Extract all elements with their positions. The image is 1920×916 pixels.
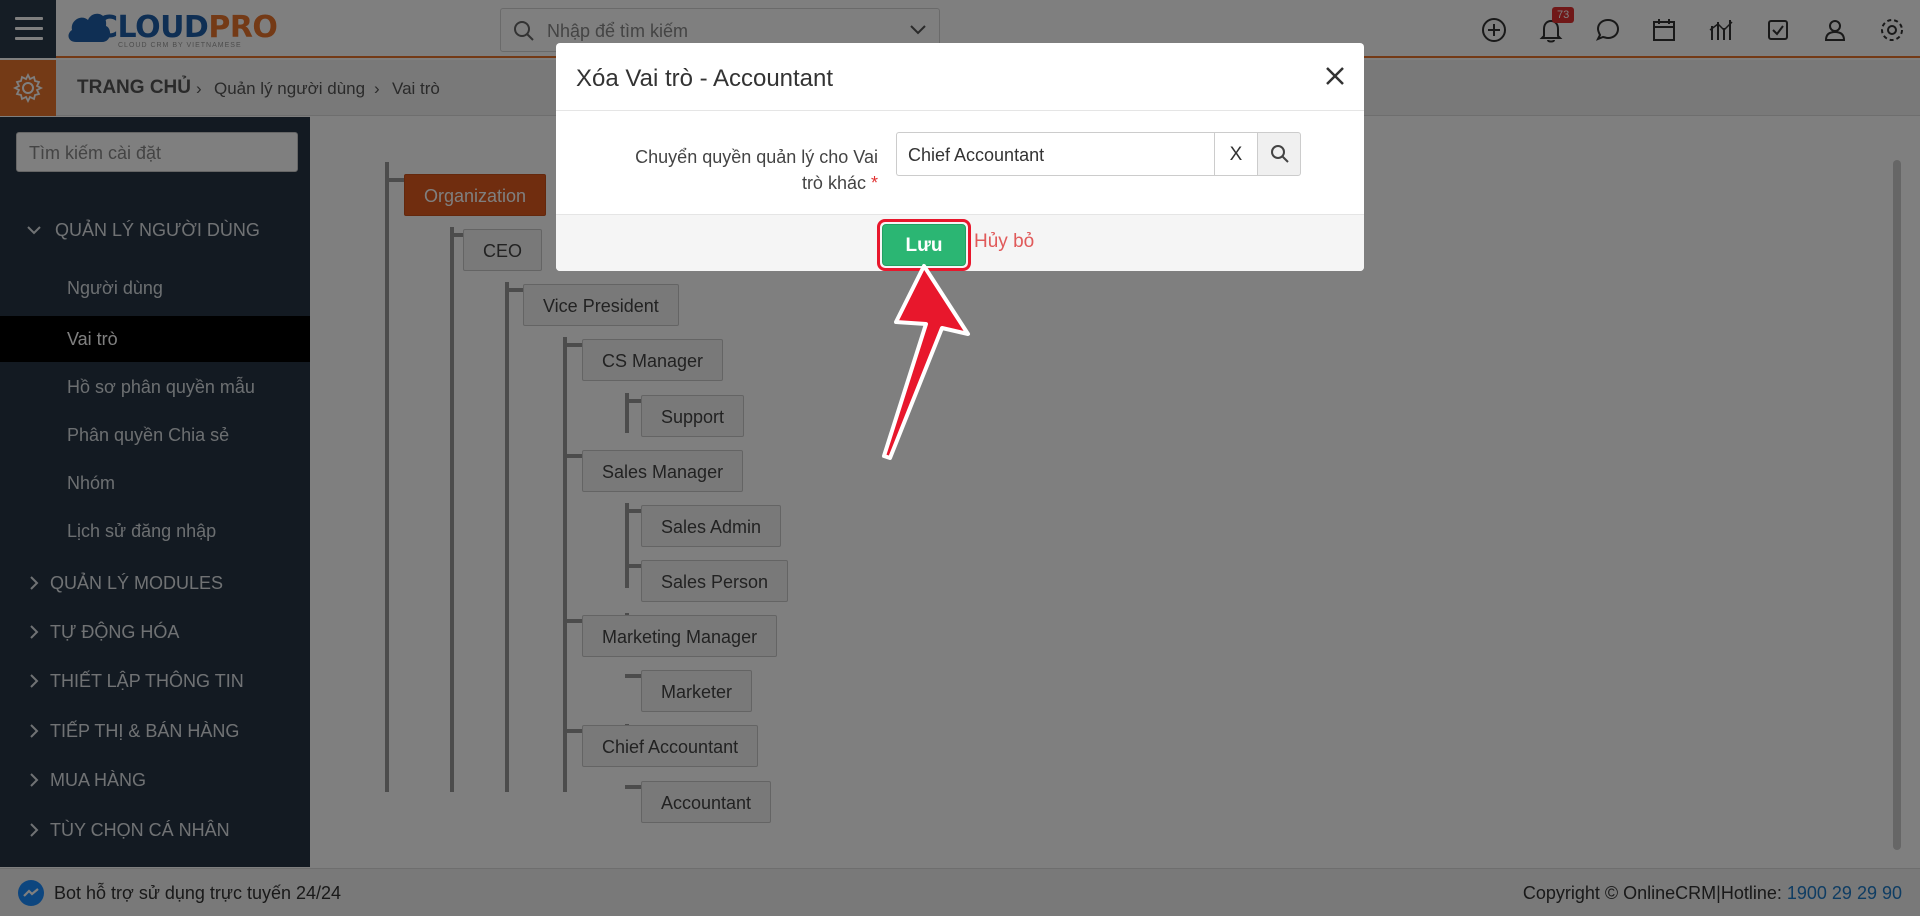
annotation-arrow-icon <box>882 264 970 460</box>
transfer-role-value: Chief Accountant <box>908 145 1045 165</box>
dialog-header: Xóa Vai trò - Accountant <box>556 43 1364 111</box>
dialog-body: Chuyển quyền quản lý cho Vai trò khác * … <box>556 112 1364 214</box>
transfer-role-field[interactable]: Chief Accountant <box>896 132 1214 176</box>
lookup-search-button[interactable] <box>1257 132 1301 176</box>
clear-field-button[interactable]: X <box>1214 132 1258 176</box>
required-marker: * <box>870 173 878 193</box>
delete-role-dialog: Xóa Vai trò - Accountant Chuyển quyền qu… <box>556 43 1364 271</box>
search-icon <box>1271 145 1289 163</box>
cancel-link[interactable]: Hủy bỏ <box>974 231 1034 253</box>
transfer-role-label: Chuyển quyền quản lý cho Vai trò khác * <box>635 147 878 193</box>
save-button[interactable]: Lưu <box>882 224 966 266</box>
dialog-title: Xóa Vai trò - Accountant <box>576 65 834 92</box>
close-icon[interactable] <box>1320 61 1350 91</box>
